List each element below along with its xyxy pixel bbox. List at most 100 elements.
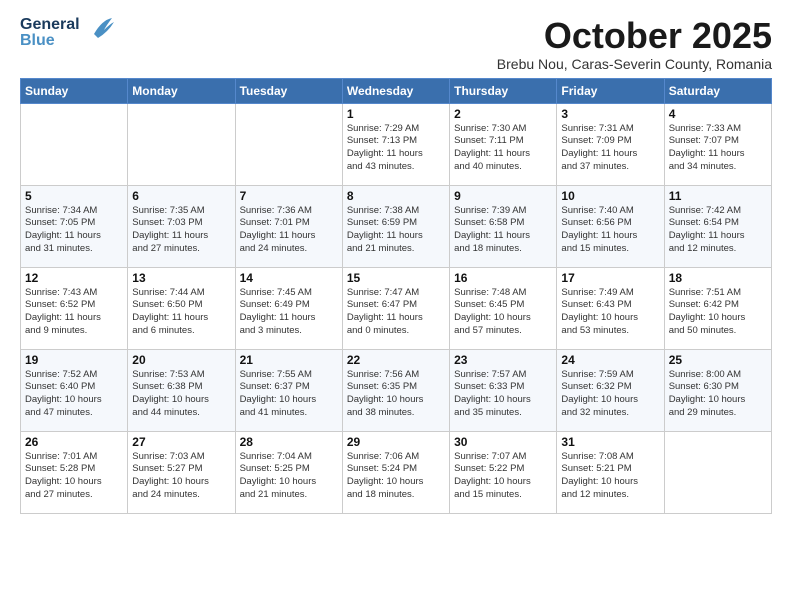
calendar-cell: 24 Sunrise: 7:59 AM Sunset: 6:32 PM Dayli…: [557, 349, 664, 431]
day-info: Sunrise: 7:56 AM Sunset: 6:35 PM Dayligh…: [347, 369, 445, 420]
day-info: Sunrise: 7:35 AM Sunset: 7:03 PM Dayligh…: [132, 205, 230, 256]
week-row-0: 1Sunrise: 7:29 AM Sunset: 7:13 PM Daylig…: [21, 103, 772, 185]
calendar-cell: 9 Sunrise: 7:39 AM Sunset: 6:58 PM Daylig…: [450, 185, 557, 267]
weekday-header-sunday: Sunday: [21, 78, 128, 103]
day-info: Sunrise: 7:38 AM Sunset: 6:59 PM Dayligh…: [347, 205, 445, 256]
day-info: Sunrise: 7:49 AM Sunset: 6:43 PM Dayligh…: [561, 287, 659, 338]
weekday-header-wednesday: Wednesday: [342, 78, 449, 103]
day-info: Sunrise: 7:52 AM Sunset: 6:40 PM Dayligh…: [25, 369, 123, 420]
day-number: 11: [669, 189, 767, 203]
day-info: Sunrise: 7:59 AM Sunset: 6:32 PM Dayligh…: [561, 369, 659, 420]
day-number: 25: [669, 353, 767, 367]
day-number: 18: [669, 271, 767, 285]
calendar-cell: [664, 431, 771, 513]
calendar-cell: 26Sunrise: 7:01 AM Sunset: 5:28 PM Dayli…: [21, 431, 128, 513]
day-number: 5: [25, 189, 123, 203]
day-info: Sunrise: 7:47 AM Sunset: 6:47 PM Dayligh…: [347, 287, 445, 338]
day-number: 9: [454, 189, 552, 203]
calendar-cell: 12 Sunrise: 7:43 AM Sunset: 6:52 PM Dayli…: [21, 267, 128, 349]
calendar-cell: 10 Sunrise: 7:40 AM Sunset: 6:56 PM Dayli…: [557, 185, 664, 267]
calendar-cell: 22Sunrise: 7:56 AM Sunset: 6:35 PM Dayli…: [342, 349, 449, 431]
calendar-cell: 19 Sunrise: 7:52 AM Sunset: 6:40 PM Dayli…: [21, 349, 128, 431]
calendar-cell: 7 Sunrise: 7:36 AM Sunset: 7:01 PM Daylig…: [235, 185, 342, 267]
day-info: Sunrise: 7:08 AM Sunset: 5:21 PM Dayligh…: [561, 451, 659, 502]
month-title: October 2025: [497, 16, 772, 56]
week-row-2: 12 Sunrise: 7:43 AM Sunset: 6:52 PM Dayli…: [21, 267, 772, 349]
calendar-cell: 30 Sunrise: 7:07 AM Sunset: 5:22 PM Dayli…: [450, 431, 557, 513]
day-number: 1: [347, 107, 445, 121]
day-info: Sunrise: 7:04 AM Sunset: 5:25 PM Dayligh…: [240, 451, 338, 502]
calendar-cell: 18Sunrise: 7:51 AM Sunset: 6:42 PM Dayli…: [664, 267, 771, 349]
calendar-cell: 5 Sunrise: 7:34 AM Sunset: 7:05 PM Daylig…: [21, 185, 128, 267]
day-info: Sunrise: 7:07 AM Sunset: 5:22 PM Dayligh…: [454, 451, 552, 502]
day-number: 16: [454, 271, 552, 285]
weekday-header-row: SundayMondayTuesdayWednesdayThursdayFrid…: [21, 78, 772, 103]
weekday-header-saturday: Saturday: [664, 78, 771, 103]
logo-general: General: [20, 17, 80, 33]
calendar-cell: 31Sunrise: 7:08 AM Sunset: 5:21 PM Dayli…: [557, 431, 664, 513]
calendar-cell: 23 Sunrise: 7:57 AM Sunset: 6:33 PM Dayli…: [450, 349, 557, 431]
day-number: 10: [561, 189, 659, 203]
day-number: 19: [25, 353, 123, 367]
logo-bird-icon: [84, 16, 114, 50]
week-row-1: 5 Sunrise: 7:34 AM Sunset: 7:05 PM Daylig…: [21, 185, 772, 267]
day-info: Sunrise: 7:42 AM Sunset: 6:54 PM Dayligh…: [669, 205, 767, 256]
day-info: Sunrise: 7:34 AM Sunset: 7:05 PM Dayligh…: [25, 205, 123, 256]
day-number: 27: [132, 435, 230, 449]
weekday-header-monday: Monday: [128, 78, 235, 103]
day-number: 23: [454, 353, 552, 367]
calendar-cell: 28 Sunrise: 7:04 AM Sunset: 5:25 PM Dayli…: [235, 431, 342, 513]
weekday-header-friday: Friday: [557, 78, 664, 103]
calendar-cell: 21Sunrise: 7:55 AM Sunset: 6:37 PM Dayli…: [235, 349, 342, 431]
title-block: October 2025 Brebu Nou, Caras-Severin Co…: [497, 16, 772, 72]
header: General Blue October 2025 Brebu Nou, Car…: [20, 16, 772, 72]
day-info: Sunrise: 7:33 AM Sunset: 7:07 PM Dayligh…: [669, 123, 767, 174]
day-number: 24: [561, 353, 659, 367]
calendar-cell: 29 Sunrise: 7:06 AM Sunset: 5:24 PM Dayli…: [342, 431, 449, 513]
calendar-cell: 25 Sunrise: 8:00 AM Sunset: 6:30 PM Dayli…: [664, 349, 771, 431]
subtitle: Brebu Nou, Caras-Severin County, Romania: [497, 56, 772, 72]
day-info: Sunrise: 7:43 AM Sunset: 6:52 PM Dayligh…: [25, 287, 123, 338]
calendar-cell: 14Sunrise: 7:45 AM Sunset: 6:49 PM Dayli…: [235, 267, 342, 349]
logo: General Blue: [20, 16, 114, 50]
day-number: 6: [132, 189, 230, 203]
day-info: Sunrise: 7:30 AM Sunset: 7:11 PM Dayligh…: [454, 123, 552, 174]
day-number: 7: [240, 189, 338, 203]
logo-blue: Blue: [20, 33, 80, 49]
day-info: Sunrise: 7:31 AM Sunset: 7:09 PM Dayligh…: [561, 123, 659, 174]
day-info: Sunrise: 7:03 AM Sunset: 5:27 PM Dayligh…: [132, 451, 230, 502]
day-info: Sunrise: 7:44 AM Sunset: 6:50 PM Dayligh…: [132, 287, 230, 338]
calendar-cell: 1Sunrise: 7:29 AM Sunset: 7:13 PM Daylig…: [342, 103, 449, 185]
calendar-cell: 8 Sunrise: 7:38 AM Sunset: 6:59 PM Daylig…: [342, 185, 449, 267]
calendar-cell: [128, 103, 235, 185]
page: General Blue October 2025 Brebu Nou, Car…: [0, 0, 792, 524]
day-info: Sunrise: 7:40 AM Sunset: 6:56 PM Dayligh…: [561, 205, 659, 256]
day-info: Sunrise: 8:00 AM Sunset: 6:30 PM Dayligh…: [669, 369, 767, 420]
calendar-cell: [21, 103, 128, 185]
calendar-cell: 15 Sunrise: 7:47 AM Sunset: 6:47 PM Dayli…: [342, 267, 449, 349]
day-info: Sunrise: 7:53 AM Sunset: 6:38 PM Dayligh…: [132, 369, 230, 420]
calendar-cell: 6 Sunrise: 7:35 AM Sunset: 7:03 PM Daylig…: [128, 185, 235, 267]
day-number: 12: [25, 271, 123, 285]
day-number: 21: [240, 353, 338, 367]
day-number: 8: [347, 189, 445, 203]
day-info: Sunrise: 7:01 AM Sunset: 5:28 PM Dayligh…: [25, 451, 123, 502]
day-info: Sunrise: 7:57 AM Sunset: 6:33 PM Dayligh…: [454, 369, 552, 420]
day-info: Sunrise: 7:45 AM Sunset: 6:49 PM Dayligh…: [240, 287, 338, 338]
weekday-header-thursday: Thursday: [450, 78, 557, 103]
day-info: Sunrise: 7:48 AM Sunset: 6:45 PM Dayligh…: [454, 287, 552, 338]
day-number: 28: [240, 435, 338, 449]
calendar: SundayMondayTuesdayWednesdayThursdayFrid…: [20, 78, 772, 514]
day-number: 15: [347, 271, 445, 285]
calendar-cell: [235, 103, 342, 185]
calendar-cell: 4 Sunrise: 7:33 AM Sunset: 7:07 PM Daylig…: [664, 103, 771, 185]
day-number: 4: [669, 107, 767, 121]
day-number: 29: [347, 435, 445, 449]
day-info: Sunrise: 7:39 AM Sunset: 6:58 PM Dayligh…: [454, 205, 552, 256]
calendar-cell: 17Sunrise: 7:49 AM Sunset: 6:43 PM Dayli…: [557, 267, 664, 349]
day-number: 30: [454, 435, 552, 449]
day-info: Sunrise: 7:06 AM Sunset: 5:24 PM Dayligh…: [347, 451, 445, 502]
day-info: Sunrise: 7:36 AM Sunset: 7:01 PM Dayligh…: [240, 205, 338, 256]
calendar-cell: 11 Sunrise: 7:42 AM Sunset: 6:54 PM Dayli…: [664, 185, 771, 267]
weekday-header-tuesday: Tuesday: [235, 78, 342, 103]
